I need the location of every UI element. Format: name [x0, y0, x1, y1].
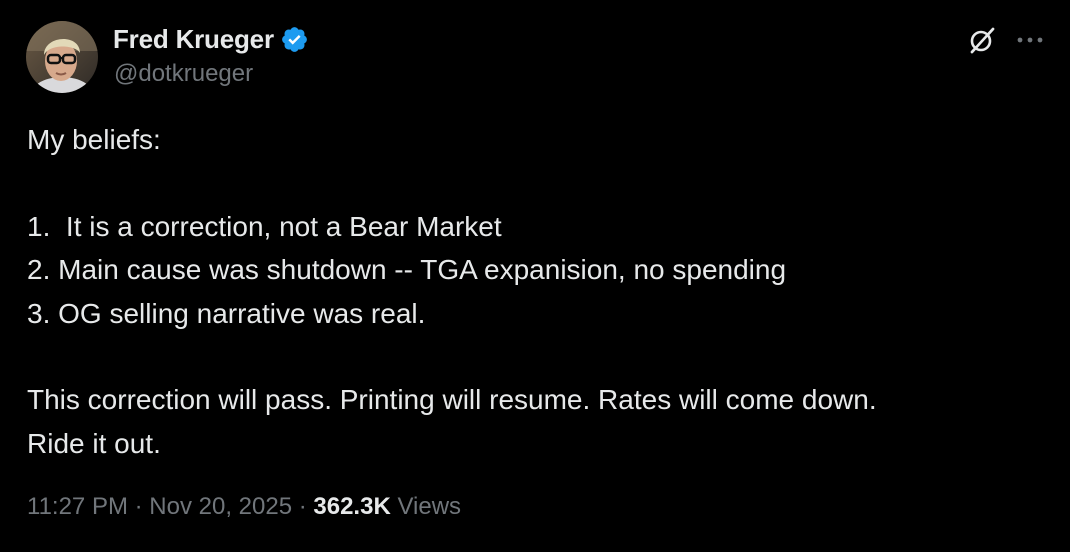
avatar-image: [26, 21, 98, 93]
tweet-text-line: Ride it out.: [27, 427, 161, 459]
tweet-date[interactable]: Nov 20, 2025: [149, 493, 292, 520]
author-name-row: Fred Krueger: [113, 22, 309, 56]
tweet-time[interactable]: 11:27 PM: [27, 493, 128, 520]
views-label: Views: [397, 493, 462, 520]
grok-icon[interactable]: [966, 24, 998, 56]
author-handle[interactable]: @dotkrueger: [114, 60, 253, 88]
verified-badge-icon[interactable]: [280, 25, 309, 54]
meta-separator: ·: [292, 493, 314, 520]
tweet-metadata: 11:27 PM · Nov 20, 2025 · 362.3K Views: [27, 493, 461, 521]
tweet-card: Fred Krueger @dotkrueger My beliefs: 1. …: [0, 0, 1070, 552]
meta-separator: ·: [127, 493, 150, 520]
author-display-name[interactable]: Fred Krueger: [113, 24, 274, 55]
tweet-text-line: My beliefs:: [27, 124, 161, 155]
avatar[interactable]: [26, 21, 98, 93]
tweet-text-line: 3. OG selling narrative was real.: [27, 297, 426, 329]
tweet-text-line: This correction will pass. Printing will…: [27, 384, 877, 416]
tweet-text-line: [27, 161, 1037, 204]
tweet-text: My beliefs: 1. It is a correction, not a…: [27, 118, 1037, 465]
tweet-text-line: [27, 335, 1037, 378]
views-count[interactable]: 362.3K: [313, 493, 390, 520]
tweet-text-line: 2. Main cause was shutdown -- TGA expani…: [27, 254, 787, 286]
tweet-text-line: 1. It is a correction, not a Bear Market: [27, 210, 502, 242]
more-options-icon[interactable]: [1014, 30, 1046, 50]
